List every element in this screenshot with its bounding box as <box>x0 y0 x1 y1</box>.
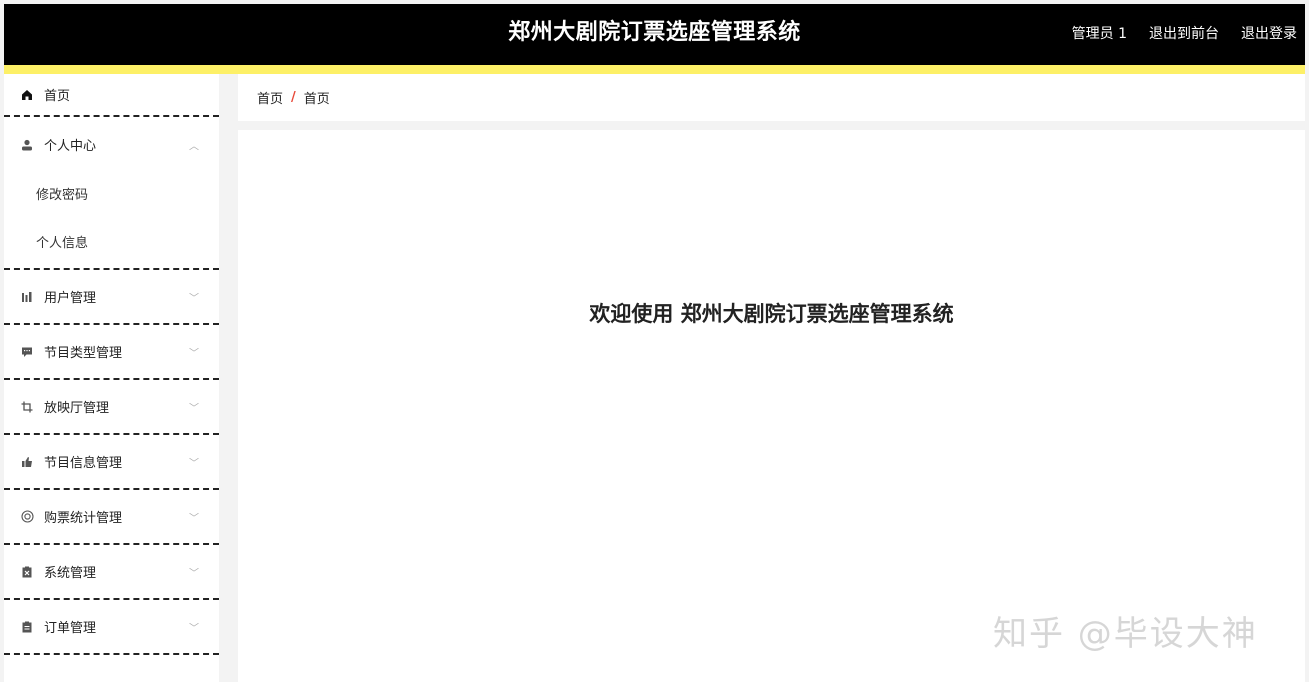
sidebar-item-label: 首页 <box>44 89 71 104</box>
sidebar-subitem-change-password[interactable]: 修改密码 <box>4 172 219 220</box>
chevron-down-icon: ﹀ <box>189 348 199 359</box>
clipboard-x-icon <box>20 565 34 579</box>
home-icon <box>20 88 34 102</box>
breadcrumb: 首页 / 首页 <box>238 74 1305 121</box>
sidebar-item-label: 订单管理 <box>44 621 97 636</box>
sidebar-item-personal[interactable]: 个人中心 ︿ <box>4 117 219 172</box>
thumb-icon <box>20 455 34 469</box>
main-content: 欢迎使用 郑州大剧院订票选座管理系统 知乎 @毕设大神 <box>238 130 1305 682</box>
chevron-down-icon: ﹀ <box>189 293 199 304</box>
sidebar-item-label: 购票统计管理 <box>44 511 123 526</box>
sidebar-group-personal: 个人中心 ︿ 修改密码 个人信息 <box>4 117 219 270</box>
chevron-down-icon: ﹀ <box>189 458 199 469</box>
sidebar-item-label: 节目信息管理 <box>44 456 123 471</box>
sidebar-subitem-profile[interactable]: 个人信息 <box>4 220 219 268</box>
message-icon <box>20 345 34 359</box>
breadcrumb-current: 首页 <box>303 92 330 107</box>
sidebar-item-system[interactable]: 系统管理 ﹀ <box>4 545 219 600</box>
sidebar-item-halls[interactable]: 放映厅管理 ﹀ <box>4 380 219 435</box>
welcome-message: 欢迎使用 郑州大剧院订票选座管理系统 <box>589 302 954 326</box>
sidebar-item-label: 个人中心 <box>44 139 97 154</box>
sidebar-item-orders[interactable]: 订单管理 ﹀ <box>4 600 219 655</box>
chevron-down-icon: ﹀ <box>189 403 199 414</box>
chevron-up-icon: ︿ <box>189 141 199 152</box>
sidebar-item-program-types[interactable]: 节目类型管理 ﹀ <box>4 325 219 380</box>
back-to-front-link[interactable]: 退出到前台 <box>1149 23 1219 43</box>
breadcrumb-separator: / <box>291 90 296 105</box>
sidebar-item-label: 节目类型管理 <box>44 346 123 361</box>
crop-icon <box>20 400 34 414</box>
top-bar: 郑州大剧院订票选座管理系统 管理员 1 退出到前台 退出登录 <box>4 4 1305 65</box>
sidebar-item-label: 系统管理 <box>44 566 97 581</box>
sidebar-item-ticket-stats[interactable]: 购票统计管理 ﹀ <box>4 490 219 545</box>
sidebar-item-label: 放映厅管理 <box>44 401 110 416</box>
sidebar: 首页 个人中心 ︿ 修改密码 个人信息 用户管理 ﹀ 节目类型管理 ﹀ 放映厅管… <box>4 74 219 682</box>
bar-chart-icon <box>20 290 34 304</box>
breadcrumb-home-link[interactable]: 首页 <box>257 88 283 107</box>
chevron-down-icon: ﹀ <box>189 568 199 579</box>
accent-strip <box>4 65 1305 74</box>
app-frame: 郑州大剧院订票选座管理系统 管理员 1 退出到前台 退出登录 首页 个人中心 ︿… <box>0 0 1309 682</box>
chevron-down-icon: ﹀ <box>189 623 199 634</box>
watermark: 知乎 @毕设大神 <box>993 614 1258 654</box>
sidebar-item-label: 用户管理 <box>44 291 97 306</box>
sidebar-item-home[interactable]: 首页 <box>4 74 219 117</box>
sidebar-item-program-info[interactable]: 节目信息管理 ﹀ <box>4 435 219 490</box>
lifebuoy-icon <box>20 510 34 524</box>
sidebar-item-users[interactable]: 用户管理 ﹀ <box>4 270 219 325</box>
current-user[interactable]: 管理员 1 <box>1072 23 1127 43</box>
top-nav: 管理员 1 退出到前台 退出登录 <box>1072 4 1297 62</box>
clipboard-icon <box>20 620 34 634</box>
logout-link[interactable]: 退出登录 <box>1241 23 1297 43</box>
user-icon <box>20 138 34 152</box>
chevron-down-icon: ﹀ <box>189 513 199 524</box>
